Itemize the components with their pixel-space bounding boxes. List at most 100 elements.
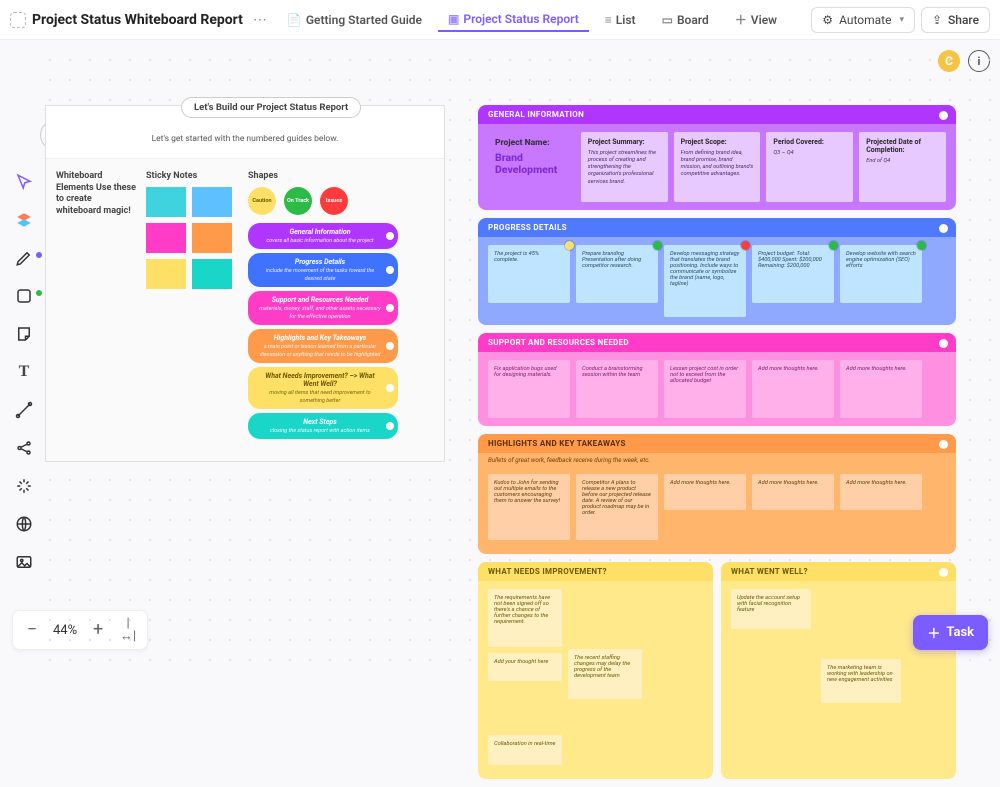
pd-note[interactable]: Prepare branding Presentation after doin… bbox=[576, 245, 658, 303]
board-area: GENERAL INFORMATION Project Name: Brand … bbox=[478, 105, 956, 787]
zoom-out-button[interactable]: − bbox=[23, 621, 41, 639]
add-view[interactable]: ＋ View bbox=[725, 7, 787, 32]
legend-next-steps[interactable]: Next Stepsclosing the status report with… bbox=[248, 413, 398, 439]
shape-caution[interactable]: Caution bbox=[248, 187, 276, 215]
shape-issues[interactable]: Issues bbox=[320, 187, 348, 215]
well-note[interactable]: The marketing team is working with leade… bbox=[821, 659, 901, 703]
gi-scope[interactable]: Project Scope:From defining brand idea, … bbox=[674, 132, 761, 202]
whiteboard-canvas[interactable]: Let's Build our Project Status Report Le… bbox=[40, 50, 1000, 662]
sample-sticky[interactable] bbox=[146, 223, 186, 253]
gi-period[interactable]: Period Covered:Q3 – Q4 bbox=[766, 132, 853, 202]
sample-sticky[interactable] bbox=[192, 187, 232, 217]
imp-note[interactable]: The requirements have not been signed of… bbox=[488, 589, 562, 647]
legend-progress[interactable]: Progress Detailsinclude the movement of … bbox=[248, 253, 398, 287]
guide-col1-head: Whiteboard Elements Use these to create … bbox=[56, 171, 136, 218]
connector-tool[interactable] bbox=[12, 398, 36, 422]
status-issue-icon bbox=[741, 241, 750, 250]
legend-improvement[interactable]: What Needs Improvement? –> What Went Wel… bbox=[248, 367, 398, 409]
sr-note[interactable]: Lessen project cost in order not to exce… bbox=[664, 360, 746, 418]
pd-note[interactable]: Project budget: Total: $400,000 Spent: $… bbox=[752, 245, 834, 303]
handle-icon[interactable] bbox=[939, 111, 948, 120]
new-task-button[interactable]: ＋ Task bbox=[913, 615, 988, 650]
panel-support[interactable]: SUPPORT AND RESOURCES NEEDED Fix applica… bbox=[478, 333, 956, 426]
legend-general-info[interactable]: General Informationcovers all basic info… bbox=[248, 223, 398, 249]
legend-support[interactable]: Support and Resources Neededmaterials, m… bbox=[248, 291, 398, 325]
sr-header: SUPPORT AND RESOURCES NEEDED bbox=[478, 333, 956, 352]
panel-general-info[interactable]: GENERAL INFORMATION Project Name: Brand … bbox=[478, 105, 956, 210]
more-icon[interactable]: ⋯ bbox=[249, 12, 271, 28]
document-title[interactable]: Project Status Whiteboard Report bbox=[32, 12, 243, 28]
tab-list[interactable]: ≡ List bbox=[595, 9, 646, 31]
share-nodes-tool[interactable] bbox=[12, 436, 36, 460]
imp-note[interactable]: The recent staffing changes may delay th… bbox=[568, 649, 642, 699]
gi-project-name[interactable]: Project Name: Brand Development bbox=[488, 132, 575, 202]
doc-icon: 📄 bbox=[287, 13, 302, 27]
sample-sticky[interactable] bbox=[146, 259, 186, 289]
gi-name-label: Project Name: bbox=[495, 138, 568, 148]
sample-sticky[interactable] bbox=[192, 223, 232, 253]
hk-note[interactable]: Competitor A plans to release a new prod… bbox=[576, 474, 658, 540]
status-ok-icon bbox=[917, 241, 926, 250]
pd-note[interactable]: The project is 45% complete. bbox=[488, 245, 570, 303]
hk-note[interactable]: Add more thoughts here. bbox=[664, 474, 746, 510]
share-label: Share bbox=[948, 13, 979, 27]
handle-icon[interactable] bbox=[939, 339, 948, 348]
board-icon: ▭ bbox=[662, 13, 673, 27]
automate-label: Automate bbox=[839, 13, 891, 27]
logo-icon bbox=[10, 12, 26, 28]
web-tool[interactable] bbox=[12, 512, 36, 536]
gi-summary[interactable]: Project Summary:This project streamlines… bbox=[581, 132, 668, 202]
pd-header: PROGRESS DETAILS bbox=[478, 218, 956, 237]
share-button[interactable]: ⇪ Share bbox=[921, 7, 990, 33]
panel-improvement[interactable]: WHAT NEEDS IMPROVEMENT? The requirements… bbox=[478, 562, 713, 779]
well-header: WHAT WENT WELL? bbox=[721, 562, 956, 581]
image-tool[interactable] bbox=[12, 550, 36, 574]
handle-icon[interactable] bbox=[939, 224, 948, 233]
tab-guide-label: Getting Started Guide bbox=[306, 13, 422, 27]
pd-note[interactable]: Develop website with search engine optim… bbox=[840, 245, 922, 303]
sr-note[interactable]: Fix application bugs used for designing … bbox=[488, 360, 570, 418]
status-ok-icon bbox=[653, 241, 662, 250]
tab-report[interactable]: ▣ Project Status Report bbox=[438, 8, 589, 32]
sample-sticky[interactable] bbox=[146, 187, 186, 217]
handle-icon[interactable] bbox=[939, 440, 948, 449]
pd-note[interactable]: Develop messaging strategy that translat… bbox=[664, 245, 746, 317]
hk-note[interactable]: Add more thoughts here. bbox=[752, 474, 834, 510]
automate-button[interactable]: ⚙ Automate ▾ bbox=[811, 7, 915, 33]
sr-note[interactable]: Conduct a brainstorming session within t… bbox=[576, 360, 658, 418]
list-icon: ≡ bbox=[605, 13, 612, 27]
guide-col3-head: Shapes bbox=[248, 171, 408, 181]
well-note[interactable]: Update the account setup with facial rec… bbox=[731, 589, 811, 629]
legend-highlights[interactable]: Highlights and Key Takeawaysa main point… bbox=[248, 329, 398, 363]
guide-panel: Let's Build our Project Status Report Le… bbox=[45, 105, 445, 462]
tab-board[interactable]: ▭ Board bbox=[652, 9, 719, 31]
hk-note[interactable]: Add more thoughts here. bbox=[840, 474, 922, 510]
imp-note[interactable]: Collaboration in real-time bbox=[488, 735, 562, 765]
gi-completion[interactable]: Projected Date of Completion:End of Q4 bbox=[859, 132, 946, 202]
panel-highlights[interactable]: HIGHLIGHTS AND KEY TAKEAWAYS Bullets of … bbox=[478, 434, 956, 554]
plus-icon: ＋ bbox=[735, 11, 747, 28]
layers-tool[interactable] bbox=[12, 208, 36, 232]
panel-progress[interactable]: PROGRESS DETAILS The project is 45% comp… bbox=[478, 218, 956, 325]
share-icon: ⇪ bbox=[932, 13, 942, 27]
chevron-down-icon: ▾ bbox=[899, 15, 904, 25]
imp-header: WHAT NEEDS IMPROVEMENT? bbox=[478, 562, 713, 581]
gi-header: GENERAL INFORMATION bbox=[478, 105, 956, 124]
sr-note[interactable]: Add more thoughts here. bbox=[840, 360, 922, 418]
hk-subtitle: Bullets of great work, feedback receive … bbox=[478, 453, 956, 466]
robot-icon: ⚙ bbox=[822, 13, 833, 27]
tab-guide[interactable]: 📄 Getting Started Guide bbox=[277, 9, 432, 31]
hk-note[interactable]: Kudos to John for sending out multiple e… bbox=[488, 474, 570, 540]
shape-tool[interactable] bbox=[12, 284, 36, 308]
pen-tool[interactable] bbox=[12, 246, 36, 270]
imp-note[interactable]: Add your thought here bbox=[488, 653, 562, 681]
cursor-tool[interactable] bbox=[12, 170, 36, 194]
panel-went-well[interactable]: WHAT WENT WELL? Update the account setup… bbox=[721, 562, 956, 779]
sample-sticky[interactable] bbox=[192, 259, 232, 289]
sr-note[interactable]: Add more thoughts here. bbox=[752, 360, 834, 418]
shape-on-track[interactable]: On Track bbox=[284, 187, 312, 215]
sticky-note-tool[interactable] bbox=[12, 322, 36, 346]
text-tool[interactable]: T bbox=[12, 360, 36, 384]
ai-tool[interactable] bbox=[12, 474, 36, 498]
handle-icon[interactable] bbox=[939, 568, 948, 577]
